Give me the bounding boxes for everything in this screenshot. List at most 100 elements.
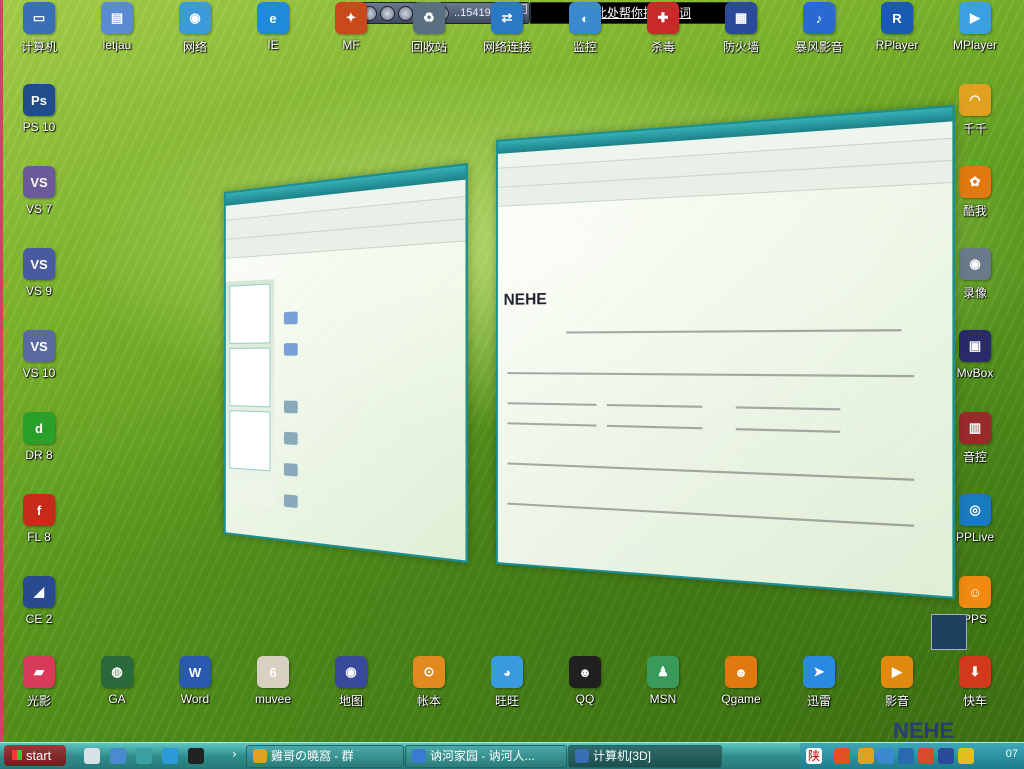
desktop-icon[interactable]: VS VS 7 [3, 166, 75, 216]
quick-launch-more-icon[interactable]: › [232, 747, 237, 761]
qq-group-icon [253, 749, 267, 763]
desktop-icon-label: 迅雷 [783, 692, 855, 709]
nehe-watermark: NEHE [893, 718, 954, 744]
computer-icon[interactable] [110, 748, 126, 764]
app-icon: VS [23, 248, 55, 280]
desktop-icon[interactable]: ♻ 回收站 [393, 2, 465, 55]
desktop-icon-label: MSN [627, 692, 699, 706]
desktop-icon-label: 帐本 [393, 692, 465, 709]
desktop-icon[interactable]: R RPlayer [861, 2, 933, 52]
app-icon: 6 [257, 656, 289, 688]
desktop-icon-label: 暴风影音 [783, 38, 855, 55]
music-player-tray-icon[interactable] [858, 748, 874, 764]
desktop-icon[interactable]: ▦ 防火墙 [705, 2, 777, 55]
desktop-icon-label: 影音 [861, 692, 933, 709]
desktop-icon[interactable]: ⊙ 帐本 [393, 656, 465, 709]
desktop-icon[interactable]: ▤ letjau [81, 2, 153, 52]
desktop-icon[interactable]: ➤ 迅雷 [783, 656, 855, 709]
drive-icon[interactable] [284, 401, 298, 414]
desktop-icon-label: 防火墙 [705, 38, 777, 55]
page-text-line [736, 428, 841, 433]
desktop-icon[interactable]: ♪ 暴风影音 [783, 2, 855, 55]
desktop-icon[interactable]: ◢ CE 2 [3, 576, 75, 626]
desktop-icon[interactable]: e IE [237, 2, 309, 52]
desktop-icon[interactable]: ▶ 影音 [861, 656, 933, 709]
desktop-icon[interactable]: ✚ 杀毒 [627, 2, 699, 55]
drive-icon[interactable] [284, 432, 298, 445]
browser-icon [412, 749, 426, 763]
app-icon: ✦ [335, 2, 367, 34]
app-icon: ⬇ [959, 656, 991, 688]
show-desktop-icon[interactable] [84, 748, 100, 764]
firewall-tray-icon[interactable] [938, 748, 954, 764]
folder-icon[interactable] [284, 343, 298, 356]
tray-arrow-icon[interactable] [834, 748, 850, 764]
app-icon: ▶ [881, 656, 913, 688]
explorer-task-pane[interactable] [226, 279, 274, 507]
ime-icon[interactable]: 陕 [806, 748, 822, 764]
window-browser-3d[interactable]: NEHE [496, 105, 955, 599]
security-tray-icon[interactable] [898, 748, 914, 764]
desktop-icon[interactable]: ☻ Qgame [705, 656, 777, 706]
desktop-icon[interactable]: f FL 8 [3, 494, 75, 544]
desktop-icon[interactable]: ◕ 旺旺 [471, 656, 543, 709]
drive-icon[interactable] [284, 463, 298, 477]
task-button-computer-3d[interactable]: 计算机[3D] [568, 745, 722, 768]
task-pane-box [229, 348, 270, 408]
task-label: 讷河家园 - 讷河人... [430, 749, 535, 763]
desktop-icon-label: RPlayer [861, 38, 933, 52]
network-icon[interactable] [136, 748, 152, 764]
nehe-logo: NEHE [504, 291, 547, 310]
desktop-icon[interactable]: ▭ 计算机 [3, 2, 75, 55]
window-explorer-3d[interactable] [224, 163, 468, 563]
page-text-line [607, 404, 703, 408]
volume-tray-icon[interactable] [958, 748, 974, 764]
desktop-icon-label: 快车 [939, 692, 1011, 709]
pen-tool-icon[interactable] [931, 614, 967, 650]
desktop-icon[interactable]: ▰ 光影 [3, 656, 75, 709]
windows-logo-icon [12, 750, 22, 760]
desktop-icon[interactable]: ◍ GA [81, 656, 153, 706]
desktop-icon[interactable]: W Word [159, 656, 231, 706]
desktop-icon[interactable]: ◐ 监控 [549, 2, 621, 55]
taskbar: start › 雞哥の曉窩 - 群 讷河家园 - 讷河人... 计算机[3D] … [0, 742, 1024, 769]
desktop-icon-label: 监控 [549, 38, 621, 55]
desktop-icon-label: GA [81, 692, 153, 706]
desktop-icon[interactable]: ♟ MSN [627, 656, 699, 706]
app-icon: Ps [23, 84, 55, 116]
drive-icon[interactable] [284, 494, 298, 508]
desktop-icon[interactable]: VS VS 9 [3, 248, 75, 298]
antivirus-tray-icon[interactable] [918, 748, 934, 764]
clock[interactable]: 07 [1006, 748, 1018, 760]
qq-icon[interactable] [188, 748, 204, 764]
desktop-icon-label: 网络 [159, 38, 231, 55]
page-text-line [507, 503, 914, 527]
page-text-line [736, 406, 841, 410]
desktop-icon[interactable]: 6 muvee [237, 656, 309, 706]
desktop-icon[interactable]: ⇄ 网络连接 [471, 2, 543, 55]
desktop-icon[interactable]: VS VS 10 [3, 330, 75, 380]
app-icon: ▦ [725, 2, 757, 34]
desktop-icon[interactable]: ▶ MPlayer [939, 2, 1011, 52]
desktop-icon[interactable]: ◉ 网络 [159, 2, 231, 55]
desktop-icon-label: QQ [549, 692, 621, 706]
task-button-browser[interactable]: 讷河家园 - 讷河人... [405, 745, 567, 768]
desktop-icon-label: muvee [237, 692, 309, 706]
desktop-icon[interactable]: ☻ QQ [549, 656, 621, 706]
app-icon: ◍ [101, 656, 133, 688]
app-icon: ♻ [413, 2, 445, 34]
app-icon: ◉ [179, 2, 211, 34]
desktop-icon[interactable]: ◉ 地图 [315, 656, 387, 709]
network-tray-icon[interactable] [878, 748, 894, 764]
app-icon: ◉ [335, 656, 367, 688]
ie-icon[interactable] [162, 748, 178, 764]
start-button[interactable]: start [4, 745, 66, 766]
folder-icon[interactable] [284, 311, 298, 324]
desktop-icon[interactable]: ✦ MF [315, 2, 387, 52]
app-icon: e [257, 2, 289, 34]
task-button-qq-group[interactable]: 雞哥の曉窩 - 群 [246, 745, 404, 768]
desktop-icon[interactable]: ⬇ 快车 [939, 656, 1011, 709]
desktop-icon[interactable]: d DR 8 [3, 412, 75, 462]
desktop-icon[interactable]: Ps PS 10 [3, 84, 75, 134]
app-icon: ◐ [569, 2, 601, 34]
